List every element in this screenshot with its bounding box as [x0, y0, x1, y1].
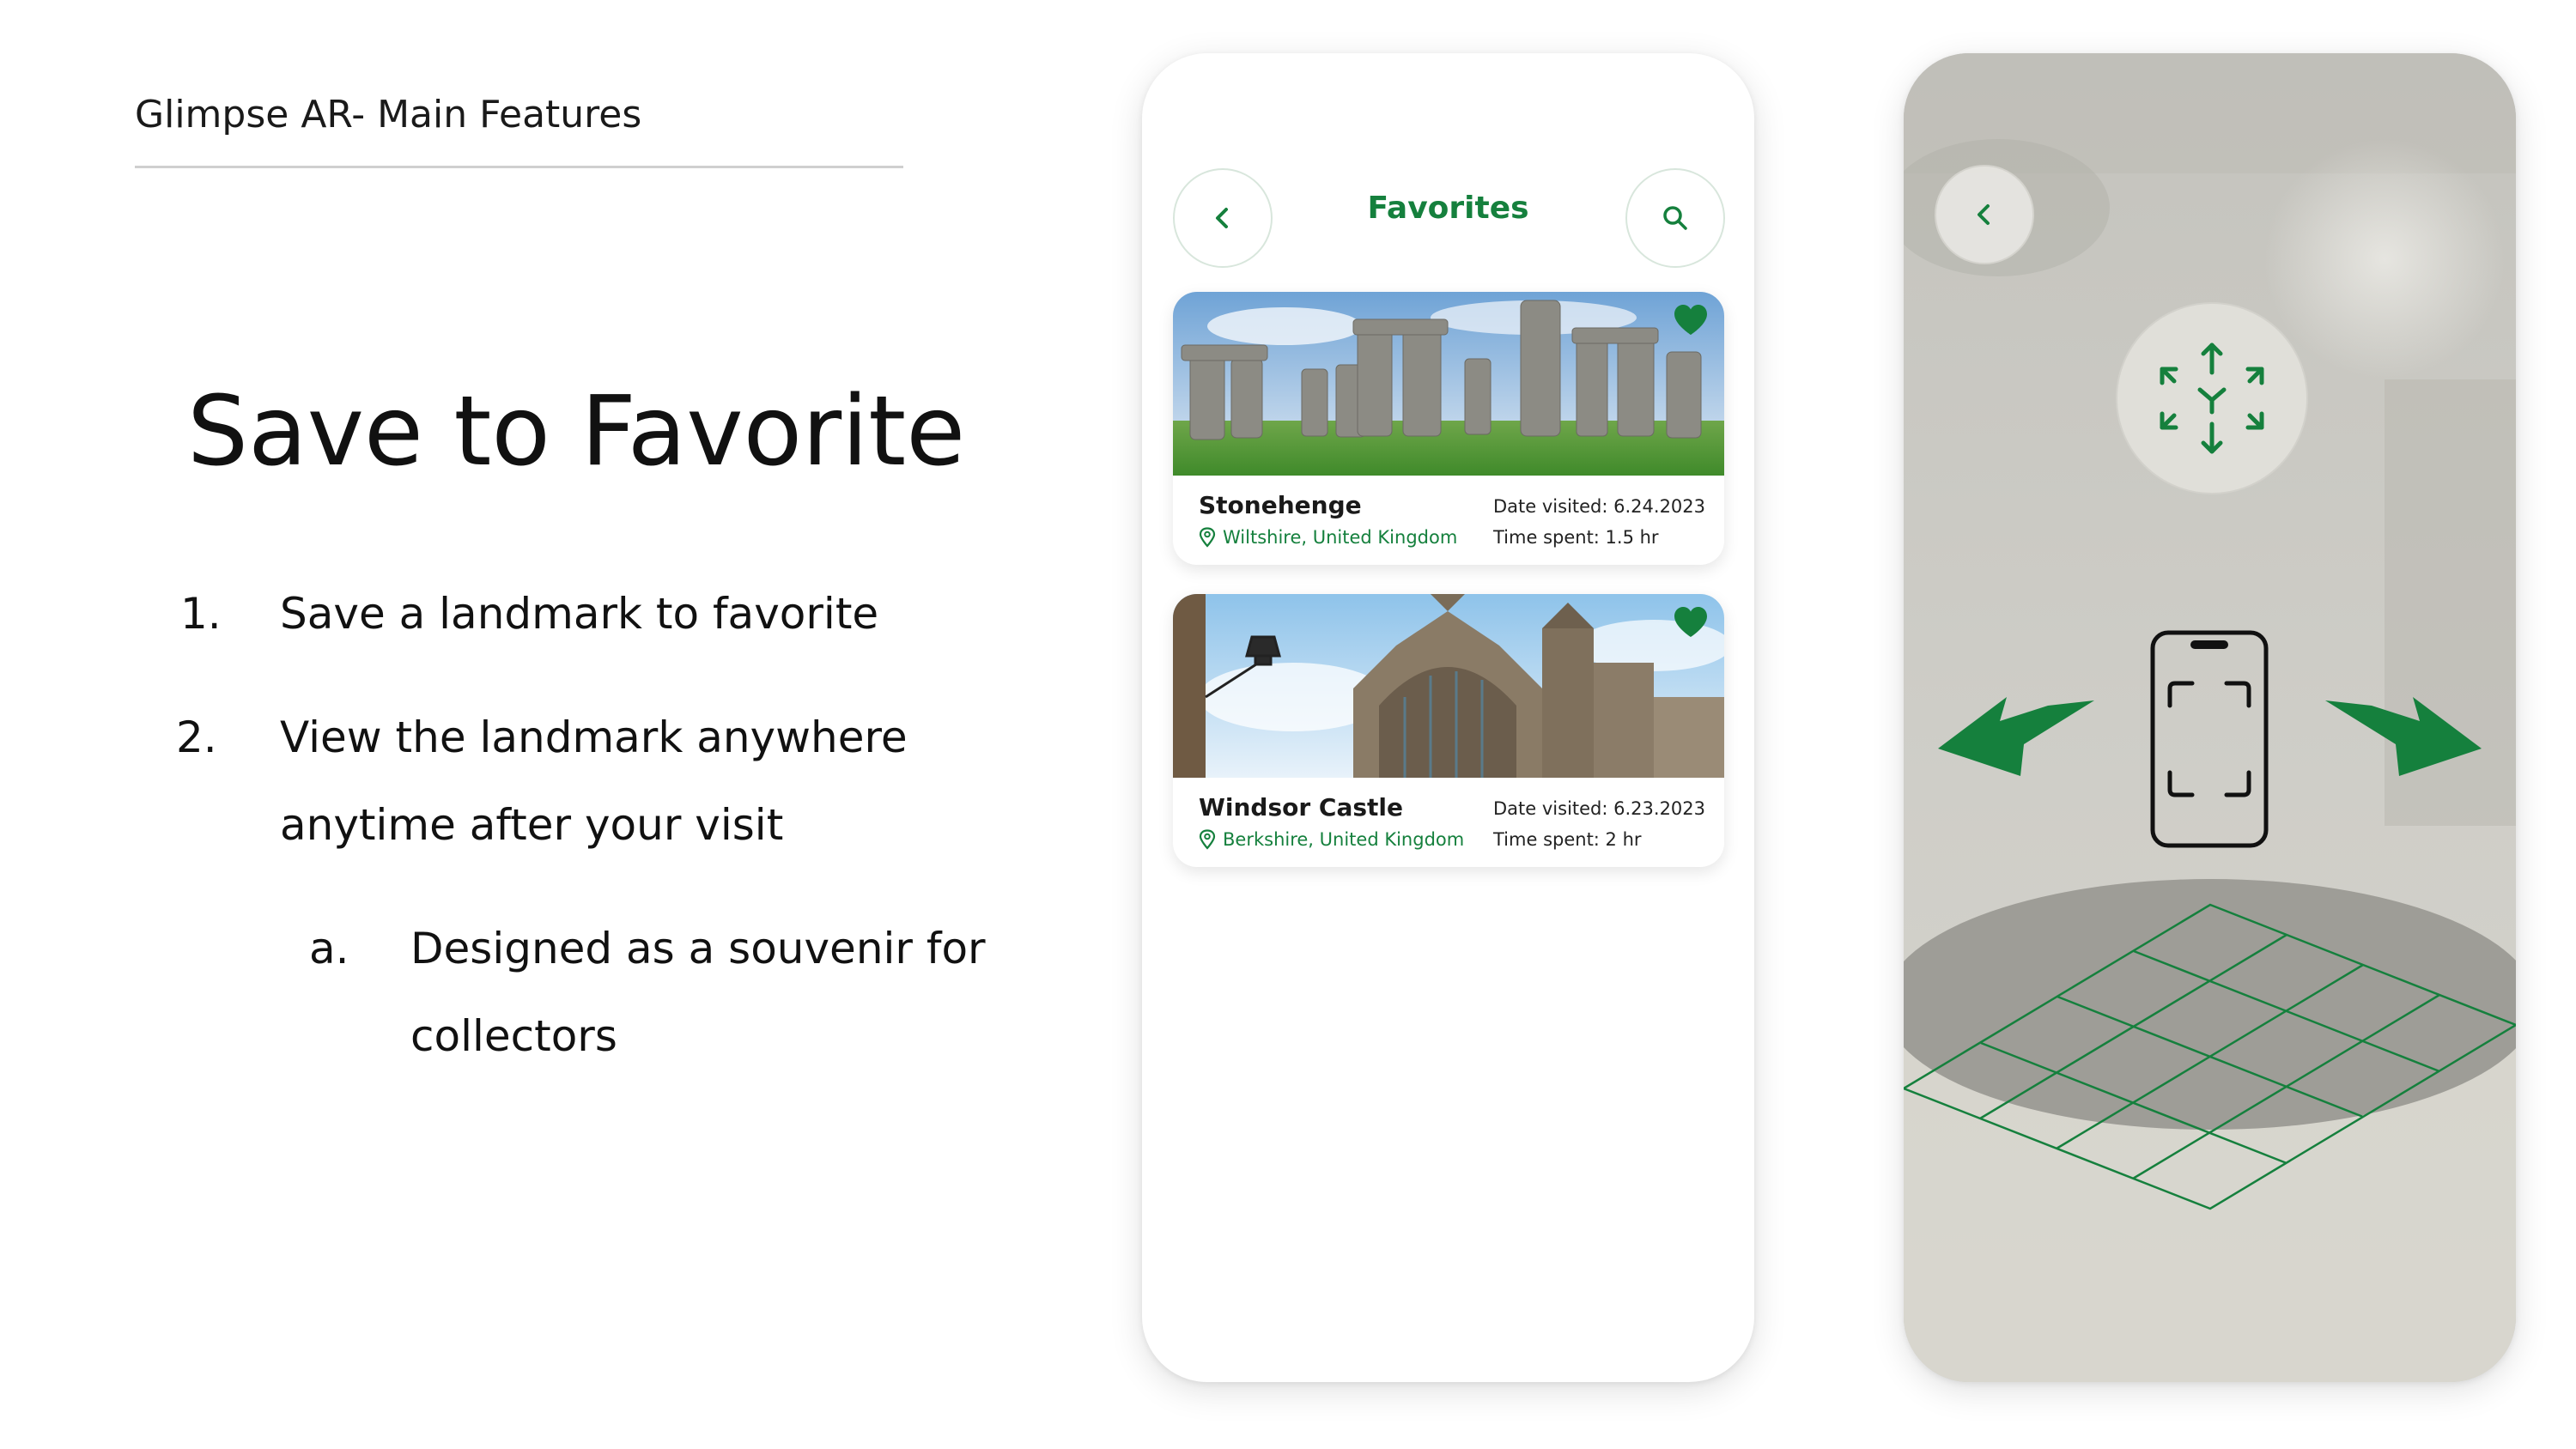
sub-item-a-line2: collectors — [410, 1011, 617, 1061]
chevron-left-icon — [1978, 204, 1990, 225]
heart-icon[interactable] — [1673, 606, 1709, 639]
slide-title: Save to Favorite — [187, 376, 966, 488]
heart-icon[interactable] — [1673, 304, 1709, 336]
list-item-2-line1: View the landmark anywhere — [280, 712, 908, 762]
card-location-text: Berkshire, United Kingdom — [1223, 829, 1465, 850]
arrow-right-icon — [2325, 697, 2482, 776]
header-divider — [135, 166, 903, 168]
phone-scan-icon — [2150, 630, 2269, 848]
card-title: Windsor Castle — [1199, 793, 1403, 822]
card-location: Wiltshire, United Kingdom — [1199, 527, 1457, 548]
card-date-visited: Date visited: 6.23.2023 — [1493, 798, 1706, 819]
move-phone-instruction — [1938, 630, 2482, 848]
back-button[interactable] — [1935, 165, 2034, 264]
favorites-phone-screen: Favorites Stonehenge Wiltshire, United K… — [1142, 53, 1754, 1382]
card-time-spent: Time spent: 2 hr — [1493, 829, 1642, 850]
slide-header: Glimpse AR- Main Features — [135, 93, 642, 136]
sub-item-a-line1: Designed as a souvenir for — [410, 924, 986, 973]
search-icon — [1663, 206, 1687, 230]
arrow-left-icon — [1938, 697, 2094, 776]
location-pin-icon — [1199, 527, 1216, 548]
list-letter-a: a. — [309, 924, 349, 973]
list-item-1: Save a landmark to favorite — [280, 589, 879, 639]
card-location-text: Wiltshire, United Kingdom — [1223, 527, 1458, 548]
card-title: Stonehenge — [1199, 491, 1362, 519]
favorite-card-windsor-castle[interactable]: Windsor Castle Berkshire, United Kingdom… — [1173, 594, 1724, 867]
list-number-1: 1. — [180, 589, 222, 639]
ar-cube-icon — [2160, 343, 2264, 454]
search-button[interactable] — [1625, 168, 1725, 268]
card-time-spent: Time spent: 1.5 hr — [1493, 527, 1659, 548]
stonehenge-photo — [1173, 292, 1724, 476]
card-location: Berkshire, United Kingdom — [1199, 829, 1464, 850]
list-number-2: 2. — [176, 712, 217, 762]
windsor-castle-photo — [1173, 594, 1724, 778]
favorite-card-stonehenge[interactable]: Stonehenge Wiltshire, United Kingdom Dat… — [1173, 292, 1724, 565]
list-item-2-line2: anytime after your visit — [280, 800, 784, 850]
location-pin-icon — [1199, 829, 1216, 850]
ar-phone-screen — [1904, 53, 2516, 1382]
ar-view-button[interactable] — [2116, 302, 2308, 494]
card-date-visited: Date visited: 6.24.2023 — [1493, 496, 1706, 517]
